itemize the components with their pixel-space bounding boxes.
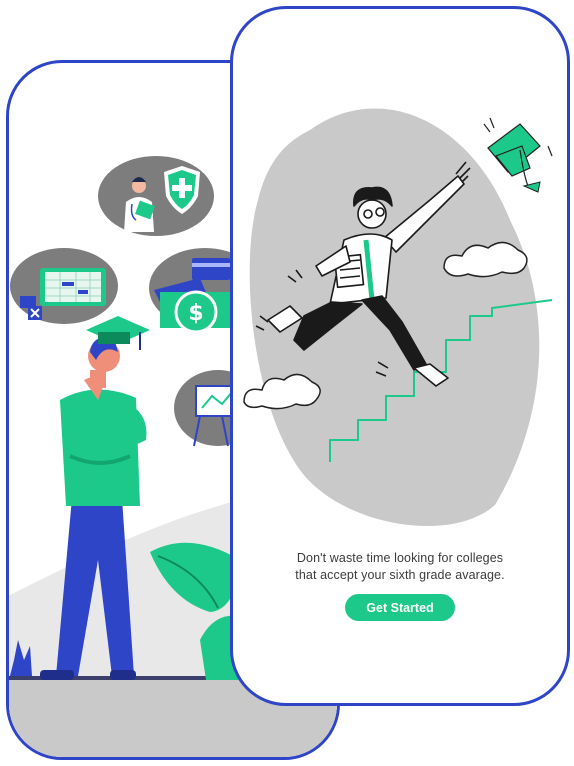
- svg-text:$: $: [188, 301, 203, 326]
- tagline-line-2: that accept your sixth grade avarage.: [295, 568, 505, 582]
- graduation-cap-icon: [483, 117, 553, 193]
- credit-card-icon: [192, 258, 230, 280]
- get-started-button[interactable]: Get Started: [345, 594, 455, 621]
- tagline-line-1: Don't waste time looking for colleges: [296, 551, 504, 565]
- cloud-icon: [243, 373, 321, 410]
- onboarding-showcase: $ Don't waste time looking for colleges …: [0, 0, 574, 766]
- phone-frame-front: Don't waste time looking for colleges th…: [230, 6, 570, 706]
- onboarding-tagline: Don't waste time looking for colleges th…: [233, 550, 567, 584]
